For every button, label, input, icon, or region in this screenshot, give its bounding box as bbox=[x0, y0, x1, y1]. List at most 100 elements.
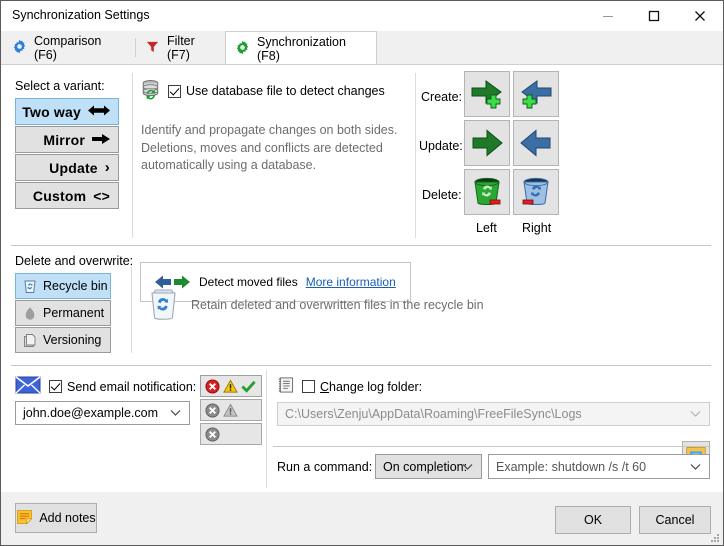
change-log-folder-checkbox[interactable]: Change log folder: bbox=[302, 380, 422, 394]
email-level-all-button[interactable] bbox=[200, 375, 262, 397]
window-controls bbox=[585, 1, 723, 31]
update-label: Update: bbox=[419, 139, 463, 153]
separator-notifications bbox=[11, 365, 711, 366]
delete-mode-permanent-button[interactable]: Permanent bbox=[15, 300, 111, 326]
send-email-row[interactable]: Send email notification: bbox=[15, 376, 196, 397]
variant-custom-button[interactable]: Custom <> bbox=[15, 182, 119, 209]
email-level-errors-only-button[interactable] bbox=[200, 423, 262, 445]
create-label: Create: bbox=[421, 90, 462, 104]
column-left-label: Left bbox=[476, 221, 497, 235]
error-red-icon bbox=[205, 379, 220, 394]
variant-two-way-button[interactable]: Two way bbox=[15, 98, 119, 125]
error-grey-icon bbox=[205, 403, 220, 418]
green-trash-icon bbox=[470, 176, 504, 208]
variant-mirror-label: Mirror bbox=[43, 132, 85, 148]
detect-moved-files-box: Detect moved files More information bbox=[140, 262, 411, 302]
tab-synchronization[interactable]: Synchronization (F8) bbox=[225, 31, 377, 65]
command-input-placeholder: Example: shutdown /s /t 60 bbox=[496, 460, 646, 474]
separator-delete-overwrite bbox=[11, 245, 711, 246]
recycle-bin-description: Retain deleted and overwritten files in … bbox=[191, 298, 484, 312]
ok-label: OK bbox=[584, 513, 602, 527]
minimize-icon[interactable] bbox=[585, 1, 631, 31]
use-database-checkbox-box[interactable] bbox=[168, 85, 181, 98]
blue-left-arrow-plus-icon bbox=[518, 77, 554, 111]
delete-left-button[interactable] bbox=[464, 169, 510, 215]
blue-gear-icon bbox=[12, 39, 27, 57]
right-arrow-icon bbox=[92, 132, 110, 148]
delete-mode-permanent-label: Permanent bbox=[43, 306, 104, 320]
success-green-icon bbox=[241, 379, 256, 394]
cancel-label: Cancel bbox=[656, 513, 695, 527]
update-left-button[interactable] bbox=[464, 120, 510, 166]
maximize-icon[interactable] bbox=[631, 1, 677, 31]
use-database-row[interactable]: Use database file to detect changes bbox=[140, 79, 385, 103]
recycle-bin-large-icon bbox=[148, 288, 179, 324]
cancel-button[interactable]: Cancel bbox=[639, 506, 711, 534]
tab-filter[interactable]: Filter (F7) bbox=[136, 31, 225, 64]
variant-mirror-button[interactable]: Mirror bbox=[15, 126, 119, 153]
column-right-label: Right bbox=[522, 221, 551, 235]
send-email-label: Send email notification: bbox=[67, 380, 196, 394]
email-level-errors-warnings-button[interactable] bbox=[200, 399, 262, 421]
change-log-folder-label: Change log folder: bbox=[320, 380, 422, 394]
chevron-both-icon: <> bbox=[93, 188, 110, 204]
red-funnel-icon bbox=[145, 39, 160, 57]
delete-mode-recycle-bin-button[interactable]: Recycle bin bbox=[15, 273, 111, 299]
green-gear-icon bbox=[235, 40, 250, 58]
chevron-down-icon bbox=[690, 407, 701, 421]
more-information-link[interactable]: More information bbox=[306, 275, 396, 289]
send-email-checkbox-box[interactable] bbox=[49, 380, 62, 393]
variant-divider bbox=[132, 73, 133, 238]
email-address-combo[interactable]: john.doe@example.com bbox=[15, 401, 190, 425]
delete-overwrite-label: Delete and overwrite: bbox=[15, 254, 133, 268]
green-right-arrow-icon bbox=[470, 128, 504, 158]
recycle-bin-icon bbox=[23, 279, 37, 294]
update-right-button[interactable] bbox=[513, 120, 559, 166]
command-input-combo[interactable]: Example: shutdown /s /t 60 bbox=[488, 454, 710, 479]
tab-filter-label: Filter (F7) bbox=[167, 34, 214, 62]
variant-custom-label: Custom bbox=[33, 188, 86, 204]
log-notebook-icon bbox=[277, 376, 294, 397]
create-right-button[interactable] bbox=[513, 71, 559, 117]
close-icon[interactable] bbox=[677, 1, 723, 31]
command-trigger-value: On completion: bbox=[383, 460, 467, 474]
tab-comparison[interactable]: Comparison (F6) bbox=[3, 31, 136, 64]
warning-grey-icon bbox=[223, 403, 238, 418]
ok-button[interactable]: OK bbox=[555, 506, 631, 534]
synchronization-settings-window: Synchronization Settings Comparison (F6) bbox=[0, 0, 724, 546]
tab-comparison-label: Comparison (F6) bbox=[34, 34, 125, 62]
versioning-icon bbox=[23, 333, 37, 348]
separator-run-command bbox=[273, 446, 711, 447]
note-icon bbox=[16, 509, 33, 528]
delete-right-button[interactable] bbox=[513, 169, 559, 215]
add-notes-button[interactable]: Add notes bbox=[15, 503, 97, 533]
error-grey-icon bbox=[205, 427, 220, 442]
chevron-down-icon bbox=[690, 460, 701, 474]
blue-left-arrow-icon bbox=[519, 128, 553, 158]
variant-update-button[interactable]: Update › bbox=[15, 154, 119, 181]
delete-mode-recycle-bin-label: Recycle bin bbox=[43, 279, 108, 293]
envelope-icon bbox=[15, 376, 41, 397]
log-folder-path-combo[interactable]: C:\Users\Zenju\AppData\Roaming\FreeFileS… bbox=[277, 402, 710, 426]
use-database-checkbox[interactable]: Use database file to detect changes bbox=[168, 84, 385, 98]
delete-mode-versioning-button[interactable]: Versioning bbox=[15, 327, 111, 353]
run-command-label: Run a command: bbox=[277, 460, 372, 474]
directions-divider bbox=[415, 73, 416, 238]
flame-icon bbox=[23, 306, 37, 321]
settings-panel: Select a variant: Two way Mirror Update … bbox=[1, 64, 723, 492]
change-log-folder-row[interactable]: Change log folder: bbox=[277, 376, 422, 397]
use-database-label: Use database file to detect changes bbox=[186, 84, 385, 98]
delete-label: Delete: bbox=[422, 188, 462, 202]
delete-overwrite-divider bbox=[131, 265, 132, 353]
green-right-arrow-plus-icon bbox=[469, 77, 505, 111]
change-log-folder-checkbox-box[interactable] bbox=[302, 380, 315, 393]
blue-trash-icon bbox=[519, 176, 553, 208]
two-way-arrow-icon bbox=[88, 104, 110, 120]
log-folder-path-value: C:\Users\Zenju\AppData\Roaming\FreeFileS… bbox=[285, 407, 582, 421]
create-left-button[interactable] bbox=[464, 71, 510, 117]
send-email-checkbox[interactable]: Send email notification: bbox=[49, 380, 196, 394]
resize-grip[interactable] bbox=[710, 532, 720, 542]
chevron-down-icon bbox=[462, 460, 473, 474]
database-sync-icon bbox=[140, 79, 161, 103]
command-trigger-combo[interactable]: On completion: bbox=[375, 454, 482, 479]
